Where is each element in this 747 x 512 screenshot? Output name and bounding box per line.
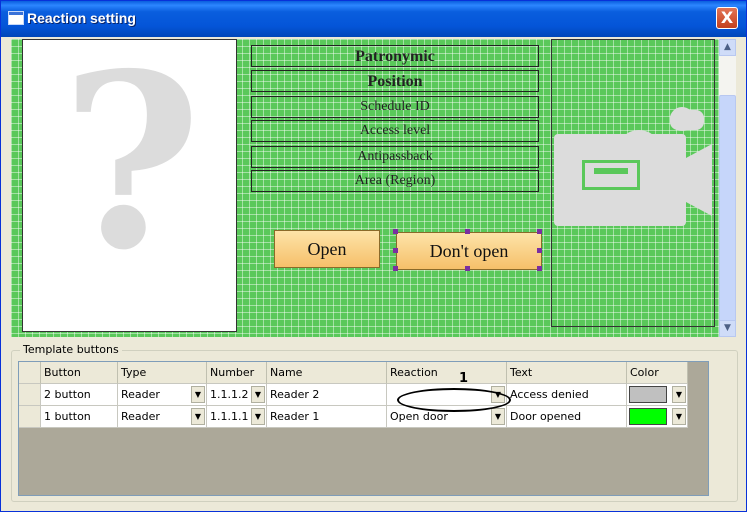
column-header-number[interactable]: Number	[207, 362, 267, 384]
template-buttons-grid[interactable]: Button Type Number Name Reaction Text Co…	[18, 361, 709, 496]
table-row[interactable]: 2 button Reader ▼ 1.1.1.2 ▼ Reader 2 ▼ Acc…	[19, 384, 708, 406]
chevron-down-icon[interactable]: ▼	[251, 386, 265, 403]
scroll-thumb[interactable]	[719, 95, 736, 325]
reaction-setting-window: Reaction setting X ? Patronymic Position…	[0, 0, 747, 512]
column-header-reaction[interactable]: Reaction	[387, 362, 507, 384]
window-title: Reaction setting	[27, 10, 136, 26]
field-patronymic[interactable]: Patronymic	[251, 45, 539, 67]
resize-handle[interactable]	[537, 266, 542, 271]
color-swatch[interactable]	[629, 386, 667, 403]
number-select[interactable]: 1.1.1.1 ▼	[207, 406, 267, 428]
color-swatch[interactable]	[629, 408, 667, 425]
video-camera-icon	[554, 107, 712, 226]
table-row[interactable]: 1 button Reader ▼ 1.1.1.1 ▼ Reader 1 Open …	[19, 406, 708, 428]
field-position[interactable]: Position	[251, 70, 539, 92]
resize-handle[interactable]	[537, 248, 542, 253]
color-select[interactable]: ▼	[627, 384, 688, 406]
reaction-value: Open door	[390, 410, 448, 423]
field-schedule-id[interactable]: Schedule ID	[251, 96, 539, 118]
cell-button[interactable]: 1 button	[41, 406, 118, 428]
column-header-button[interactable]: Button	[41, 362, 118, 384]
field-antipassback[interactable]: Antipassback	[251, 146, 539, 168]
vertical-scrollbar[interactable]: ▲ ▼	[719, 39, 736, 337]
camera-panel[interactable]	[551, 39, 715, 327]
cell-text[interactable]: Door opened	[507, 406, 627, 428]
annotation-oval	[397, 388, 511, 412]
type-select[interactable]: Reader ▼	[118, 384, 207, 406]
row-indicator[interactable]	[19, 384, 41, 406]
resize-handle[interactable]	[537, 229, 542, 234]
column-header-name[interactable]: Name	[267, 362, 387, 384]
type-value: Reader	[121, 410, 160, 423]
number-value: 1.1.1.1	[210, 410, 249, 423]
header-corner	[19, 362, 41, 384]
resize-handle[interactable]	[393, 248, 398, 253]
field-area-region[interactable]: Area (Region)	[251, 170, 539, 192]
type-select[interactable]: Reader ▼	[118, 406, 207, 428]
column-header-type[interactable]: Type	[118, 362, 207, 384]
window-icon	[8, 11, 24, 25]
number-select[interactable]: 1.1.1.2 ▼	[207, 384, 267, 406]
chevron-down-icon[interactable]: ▼	[672, 408, 686, 425]
chevron-down-icon[interactable]: ▼	[251, 408, 265, 425]
resize-handle[interactable]	[465, 266, 470, 271]
photo-placeholder[interactable]: ?	[22, 39, 237, 332]
column-header-color[interactable]: Color	[627, 362, 688, 384]
close-button[interactable]: X	[716, 7, 738, 29]
cell-button[interactable]: 2 button	[41, 384, 118, 406]
chevron-down-icon[interactable]: ▼	[672, 386, 686, 403]
type-value: Reader	[121, 388, 160, 401]
cell-name[interactable]: Reader 1	[267, 406, 387, 428]
question-mark-icon: ?	[61, 39, 202, 303]
color-select[interactable]: ▼	[627, 406, 688, 428]
template-buttons-group: Template buttons Button Type Number Name…	[11, 343, 738, 502]
scroll-down-icon[interactable]: ▼	[719, 320, 736, 337]
chevron-down-icon[interactable]: ▼	[191, 386, 205, 403]
group-label: Template buttons	[20, 343, 122, 356]
title-bar[interactable]: Reaction setting X	[1, 1, 746, 37]
resize-handle[interactable]	[393, 266, 398, 271]
chevron-down-icon[interactable]: ▼	[491, 408, 505, 425]
scroll-up-icon[interactable]: ▲	[719, 39, 736, 56]
field-access-level[interactable]: Access level	[251, 120, 539, 142]
column-header-text[interactable]: Text	[507, 362, 627, 384]
cell-text[interactable]: Access denied	[507, 384, 627, 406]
dont-open-button[interactable]: Don't open	[396, 232, 542, 270]
row-indicator[interactable]	[19, 406, 41, 428]
resize-handle[interactable]	[465, 229, 470, 234]
resize-handle[interactable]	[393, 229, 398, 234]
grid-header-row: Button Type Number Name Reaction Text Co…	[19, 362, 708, 384]
number-value: 1.1.1.2	[210, 388, 249, 401]
annotation-number: 1	[459, 371, 469, 386]
chevron-down-icon[interactable]: ▼	[191, 408, 205, 425]
cell-name[interactable]: Reader 2	[267, 384, 387, 406]
open-button[interactable]: Open	[274, 230, 380, 268]
design-canvas[interactable]: ? Patronymic Position Schedule ID Access…	[11, 39, 736, 337]
